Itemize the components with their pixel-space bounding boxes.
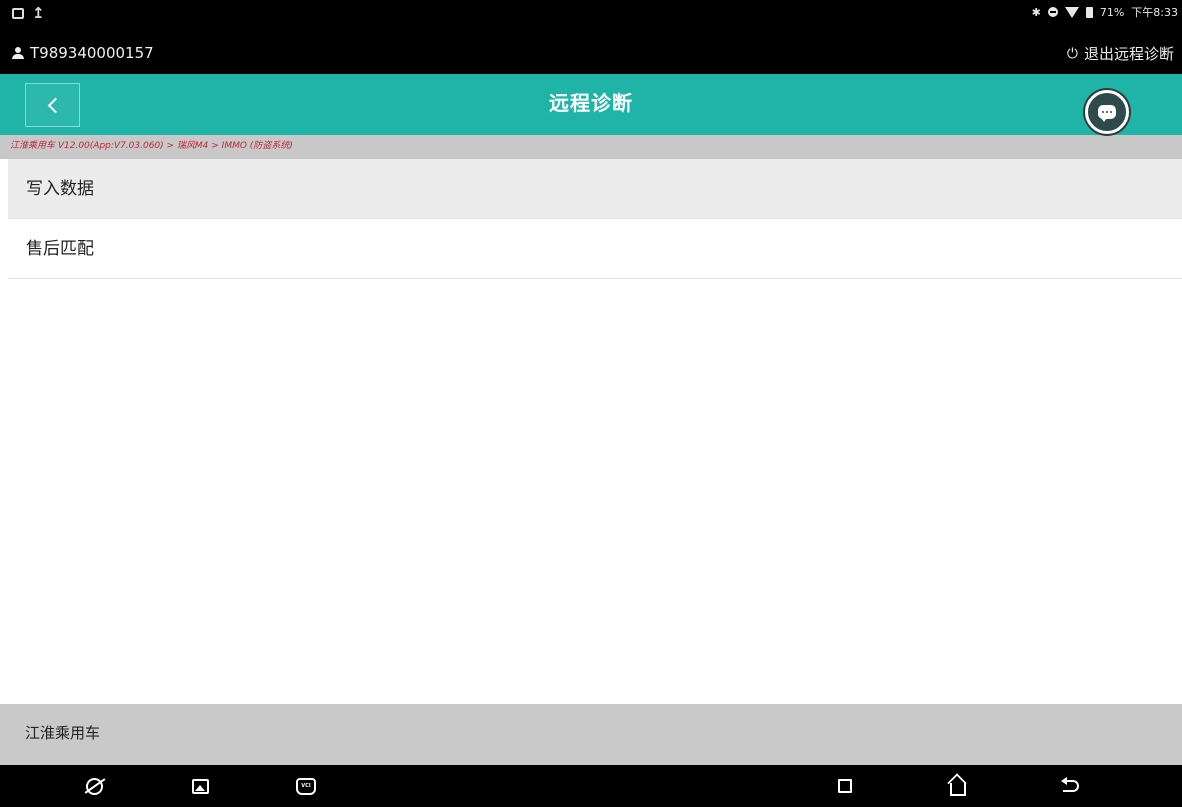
home-icon <box>950 782 966 796</box>
title-bar: 远程诊断 <box>0 74 1182 135</box>
recent-apps-icon <box>838 779 852 793</box>
back-arrow-icon <box>1061 777 1079 792</box>
do-not-disturb-icon <box>1047 7 1058 17</box>
clock: 下午8:33 <box>1131 6 1178 19</box>
power-icon: ⏻ <box>1066 45 1078 62</box>
orbit-icon <box>85 777 103 795</box>
user-icon <box>12 47 24 59</box>
navigation-bar: VCI <box>0 765 1182 807</box>
home-button[interactable] <box>943 772 973 800</box>
notification-icons: ↥ <box>12 4 45 22</box>
menu-item-after-sales-matching[interactable]: 售后匹配 <box>8 219 1182 279</box>
recent-apps-button[interactable] <box>830 772 860 800</box>
vci-button[interactable]: VCI <box>291 772 321 800</box>
chevron-left-icon <box>47 97 63 113</box>
exit-remote-diagnosis-label: 退出远程诊断 <box>1083 45 1174 63</box>
breadcrumb: 江淮乘用车 V12.00(App:V7.03.060) > 瑞风M4 > IMM… <box>0 135 1182 159</box>
screen: ↥ ✱ 71% 下午8:33 T989340000157 ⏻ 退出远程诊断 远程… <box>0 0 1182 807</box>
user-id: T989340000157 <box>30 44 154 62</box>
gallery-icon <box>191 778 209 794</box>
footer-label: 江淮乘用车 <box>25 724 101 742</box>
system-back-button[interactable] <box>1056 772 1086 800</box>
back-button[interactable] <box>25 83 80 127</box>
chat-bubble-icon <box>1098 105 1116 122</box>
wifi-icon <box>1064 6 1079 18</box>
vci-icon: VCI <box>296 777 316 795</box>
exit-remote-diagnosis-button[interactable]: ⏻ 退出远程诊断 <box>1067 43 1174 64</box>
gallery-button[interactable] <box>185 772 215 800</box>
user-info: T989340000157 <box>12 44 154 62</box>
image-notification-icon <box>12 7 24 19</box>
system-status: ✱ 71% 下午8:33 <box>1032 4 1178 20</box>
bluetooth-icon: ✱ <box>1031 5 1041 19</box>
page-title: 远程诊断 <box>549 91 633 115</box>
menu-item-write-data[interactable]: 写入数据 <box>8 159 1182 219</box>
battery-icon <box>1085 6 1093 18</box>
browser-button[interactable] <box>79 772 109 800</box>
status-bar: ↥ ✱ 71% 下午8:33 T989340000157 ⏻ 退出远程诊断 <box>0 0 1182 74</box>
upload-icon: ↥ <box>32 4 45 22</box>
battery-percent: 71% <box>1099 5 1125 19</box>
chat-button[interactable] <box>1085 90 1129 134</box>
footer-bar: 江淮乘用车 <box>0 704 1182 765</box>
